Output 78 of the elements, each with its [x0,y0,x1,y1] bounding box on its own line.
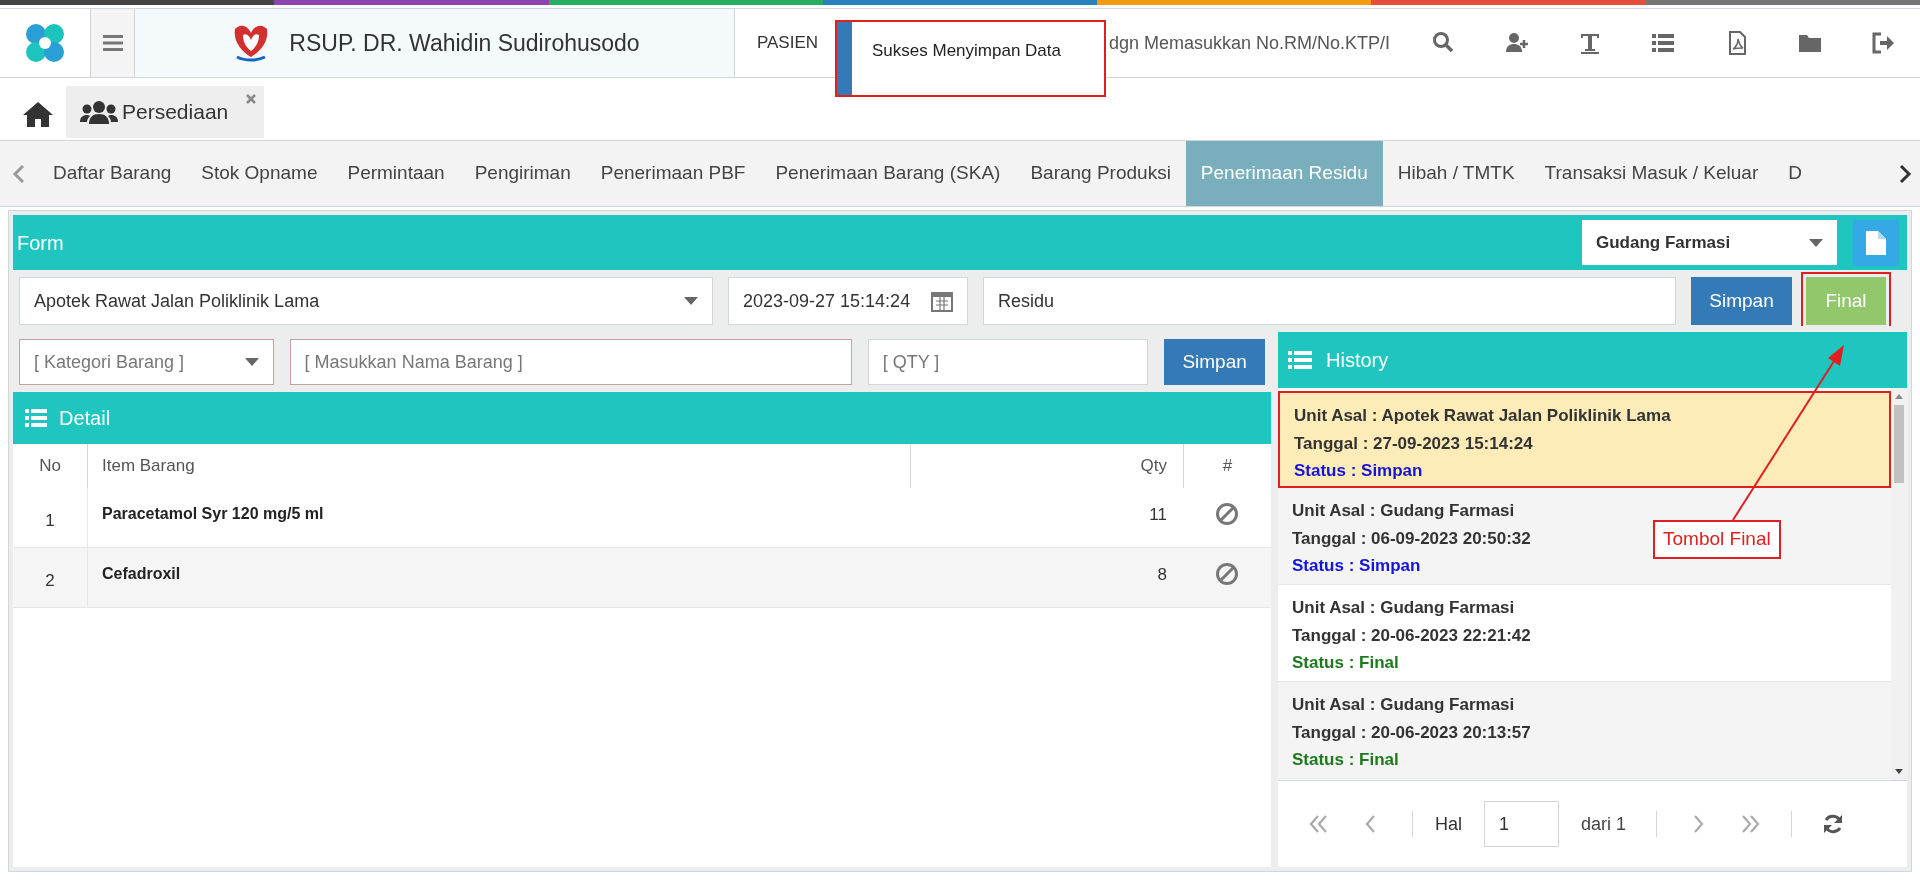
cancel-icon[interactable] [1215,502,1239,526]
last-page-icon[interactable] [1739,813,1762,835]
scroll-down-icon [1895,769,1903,774]
page-field[interactable]: 1 [1484,801,1559,847]
list-icon [25,409,47,427]
scroll-up-icon [1895,394,1903,399]
table-cell-text: 11 [1148,504,1168,526]
list-icon[interactable] [1651,31,1676,55]
history-date: Tanggal : 27-09-2023 15:14:24 [1294,432,1533,455]
search-icon[interactable] [1431,31,1456,55]
page-label: Hal [1435,812,1462,836]
page-total: dari 1 [1581,812,1627,836]
chevron-left-icon[interactable] [12,163,26,184]
page-tab-label: Persediaan [122,99,229,126]
unit-select[interactable]: Apotek Rawat Jalan Poliklinik Lama [19,277,713,325]
users-icon [80,100,118,124]
date-field[interactable]: 2023-09-27 15:14:24 [728,277,968,325]
caret-icon [1809,238,1823,247]
history-unit: Unit Asal : Gudang Farmasi [1292,500,1515,522]
caret-icon [684,297,698,305]
detail-title: Detail [59,406,111,431]
history-status: Status : Final [1292,749,1399,771]
history-item[interactable]: Unit Asal : Apotek Rawat Jalan Poliklinik Lama Tanggal : 27-09-2023 15:14:24 Status : Simpan [1278,391,1891,488]
nav-tab[interactable]: Daftar Barang [38,141,187,206]
qty-field[interactable]: [ QTY ] [867,339,1149,385]
home-icon[interactable] [22,100,54,128]
warehouse-select[interactable]: Gudang Farmasi [1582,220,1837,265]
scrollbar[interactable] [1891,388,1907,780]
category-select[interactable]: [ Kategori Barang ] [19,339,274,385]
refresh-icon[interactable] [1822,813,1845,835]
nav-tab[interactable]: Permintaan [332,141,460,206]
history-status: Status : Simpan [1292,555,1421,577]
nav-tab[interactable]: Pengiriman [459,141,586,206]
table-cell-text: 8 [1156,564,1168,586]
history-item[interactable]: Unit Asal : Gudang Farmasi Tanggal : 20-06-2023 20:13:57 Status : Final [1278,682,1891,779]
close-icon[interactable] [246,94,257,104]
document-icon [1866,230,1886,255]
history-title: History [1326,348,1389,373]
history-status: Status : Final [1292,652,1399,674]
table-cell-text: 2 [44,569,56,592]
chevron-right-icon[interactable] [1898,163,1912,184]
page-tab[interactable]: Persediaan [66,86,265,138]
document-button[interactable] [1853,219,1899,266]
item-name-field[interactable]: [ Masukkan Nama Barang ] [289,339,852,385]
nav-tab[interactable]: Stok Opname [186,141,333,206]
sign-out-icon[interactable] [1871,31,1896,55]
nav-tab[interactable]: Barang Produksi [1015,141,1186,206]
scrollbar-thumb[interactable] [1894,405,1904,483]
nav-tab[interactable]: Penerimaan Barang (SKA) [760,141,1016,206]
history-unit: Unit Asal : Apotek Rawat Jalan Poliklinik Lama [1294,405,1671,427]
cancel-icon[interactable] [1215,562,1239,586]
history-unit: Unit Asal : Gudang Farmasi [1292,694,1515,716]
annotation-label: Tombol Final [1653,520,1781,559]
history-status: Status : Simpan [1294,460,1423,482]
menu-icon[interactable] [102,35,123,51]
nav-tab[interactable]: Hibah / TMTK [1382,141,1530,206]
note-field[interactable]: Residu [983,277,1676,325]
toast-message: Sukses Menyimpan Data [871,40,1061,62]
form-title: Form [17,230,65,256]
add-user-icon[interactable] [1504,31,1529,55]
save-button[interactable]: Simpan [1691,277,1792,325]
history-date: Tanggal : 20-06-2023 20:13:57 [1292,721,1531,744]
table-cell-text: 1 [44,509,56,532]
hospital-name: RSUP. DR. Wahidin Sudirohusodo [289,28,640,58]
history-date: Tanggal : 20-06-2023 22:21:42 [1292,624,1531,647]
table-cell: Paracetamol Syr 120 mg/5 ml [87,488,910,547]
column-header: No [38,455,62,478]
nav-tab[interactable]: Penerimaan PBF [585,141,761,206]
history-date: Tanggal : 06-09-2023 20:50:32 [1292,527,1531,550]
nav-tab[interactable]: D [1773,141,1817,206]
table-cell: Cefadroxil [87,548,910,607]
caret-icon [244,358,259,366]
nav-tab[interactable]: Transaksi Masuk / Keluar [1529,141,1774,206]
list-icon [1288,351,1312,369]
calendar-icon [931,290,953,312]
save-item-button[interactable]: Simpan [1164,339,1265,385]
history-unit: Unit Asal : Gudang Farmasi [1292,597,1515,619]
first-page-icon[interactable] [1308,813,1330,835]
